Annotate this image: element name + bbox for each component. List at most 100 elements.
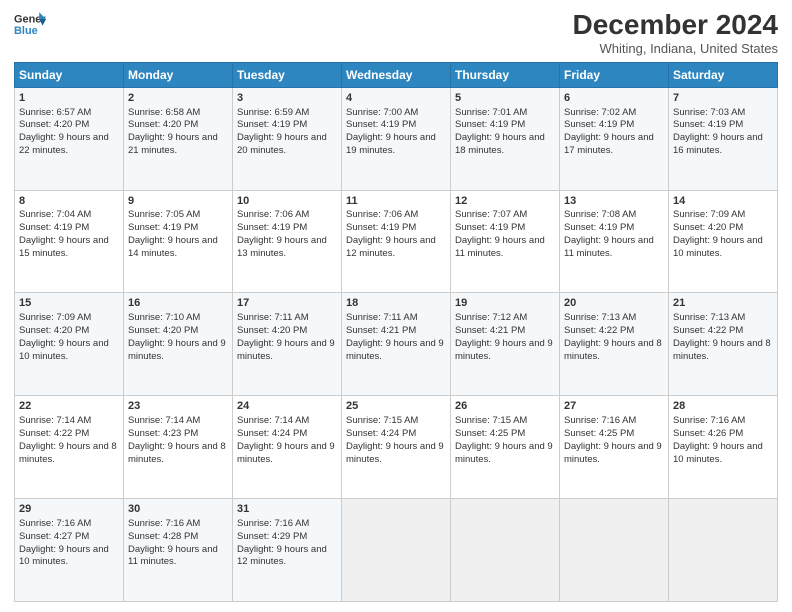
- sunrise: Sunrise: 7:07 AM: [455, 209, 527, 220]
- daylight: Daylight: 9 hours and 20 minutes.: [237, 132, 327, 156]
- daylight: Daylight: 9 hours and 10 minutes.: [19, 544, 109, 568]
- header-sunday: Sunday: [15, 62, 124, 87]
- daylight: Daylight: 9 hours and 18 minutes.: [455, 132, 545, 156]
- sunset: Sunset: 4:19 PM: [455, 222, 525, 233]
- day-number: 28: [673, 399, 773, 414]
- day-number: 6: [564, 91, 664, 106]
- sunset: Sunset: 4:25 PM: [455, 428, 525, 439]
- day-number: 25: [346, 399, 446, 414]
- daylight: Daylight: 9 hours and 10 minutes.: [19, 338, 109, 362]
- calendar-cell: 10Sunrise: 7:06 AMSunset: 4:19 PMDayligh…: [233, 190, 342, 293]
- sunset: Sunset: 4:24 PM: [346, 428, 416, 439]
- sunset: Sunset: 4:22 PM: [564, 325, 634, 336]
- svg-text:Blue: Blue: [14, 25, 38, 37]
- calendar-cell: 9Sunrise: 7:05 AMSunset: 4:19 PMDaylight…: [124, 190, 233, 293]
- sunset: Sunset: 4:19 PM: [346, 222, 416, 233]
- sunrise: Sunrise: 7:16 AM: [128, 518, 200, 529]
- daylight: Daylight: 9 hours and 8 minutes.: [19, 441, 117, 465]
- calendar-cell: 30Sunrise: 7:16 AMSunset: 4:28 PMDayligh…: [124, 499, 233, 602]
- sunset: Sunset: 4:19 PM: [564, 119, 634, 130]
- daylight: Daylight: 9 hours and 17 minutes.: [564, 132, 654, 156]
- sunrise: Sunrise: 7:16 AM: [673, 415, 745, 426]
- day-number: 2: [128, 91, 228, 106]
- sunset: Sunset: 4:26 PM: [673, 428, 743, 439]
- sunrise: Sunrise: 7:09 AM: [673, 209, 745, 220]
- sunset: Sunset: 4:20 PM: [19, 119, 89, 130]
- calendar-cell: 5Sunrise: 7:01 AMSunset: 4:19 PMDaylight…: [451, 87, 560, 190]
- sunrise: Sunrise: 7:03 AM: [673, 107, 745, 118]
- calendar-cell: 21Sunrise: 7:13 AMSunset: 4:22 PMDayligh…: [669, 293, 778, 396]
- sunrise: Sunrise: 7:15 AM: [455, 415, 527, 426]
- calendar-cell: [451, 499, 560, 602]
- sunrise: Sunrise: 7:11 AM: [346, 312, 418, 323]
- sunset: Sunset: 4:27 PM: [19, 531, 89, 542]
- day-number: 1: [19, 91, 119, 106]
- sunrise: Sunrise: 7:05 AM: [128, 209, 200, 220]
- calendar-cell: 3Sunrise: 6:59 AMSunset: 4:19 PMDaylight…: [233, 87, 342, 190]
- calendar-cell: 26Sunrise: 7:15 AMSunset: 4:25 PMDayligh…: [451, 396, 560, 499]
- header-wednesday: Wednesday: [342, 62, 451, 87]
- daylight: Daylight: 9 hours and 14 minutes.: [128, 235, 218, 259]
- title-block: December 2024 Whiting, Indiana, United S…: [573, 10, 778, 56]
- calendar-cell: 27Sunrise: 7:16 AMSunset: 4:25 PMDayligh…: [560, 396, 669, 499]
- sunrise: Sunrise: 7:13 AM: [564, 312, 636, 323]
- day-number: 20: [564, 296, 664, 311]
- day-number: 22: [19, 399, 119, 414]
- calendar-cell: 14Sunrise: 7:09 AMSunset: 4:20 PMDayligh…: [669, 190, 778, 293]
- logo: General Blue: [14, 10, 46, 38]
- sunrise: Sunrise: 7:15 AM: [346, 415, 418, 426]
- daylight: Daylight: 9 hours and 8 minutes.: [673, 338, 771, 362]
- sunset: Sunset: 4:19 PM: [455, 119, 525, 130]
- sunset: Sunset: 4:19 PM: [237, 222, 307, 233]
- sunrise: Sunrise: 7:08 AM: [564, 209, 636, 220]
- calendar-cell: 28Sunrise: 7:16 AMSunset: 4:26 PMDayligh…: [669, 396, 778, 499]
- day-number: 24: [237, 399, 337, 414]
- sunrise: Sunrise: 7:06 AM: [346, 209, 418, 220]
- calendar-cell: 19Sunrise: 7:12 AMSunset: 4:21 PMDayligh…: [451, 293, 560, 396]
- calendar-cell: 23Sunrise: 7:14 AMSunset: 4:23 PMDayligh…: [124, 396, 233, 499]
- daylight: Daylight: 9 hours and 22 minutes.: [19, 132, 109, 156]
- sunset: Sunset: 4:25 PM: [564, 428, 634, 439]
- calendar-week-4: 22Sunrise: 7:14 AMSunset: 4:22 PMDayligh…: [15, 396, 778, 499]
- sunset: Sunset: 4:21 PM: [455, 325, 525, 336]
- day-number: 8: [19, 194, 119, 209]
- day-number: 18: [346, 296, 446, 311]
- daylight: Daylight: 9 hours and 9 minutes.: [237, 338, 335, 362]
- daylight: Daylight: 9 hours and 9 minutes.: [455, 441, 553, 465]
- calendar-cell: 7Sunrise: 7:03 AMSunset: 4:19 PMDaylight…: [669, 87, 778, 190]
- header-tuesday: Tuesday: [233, 62, 342, 87]
- sunset: Sunset: 4:19 PM: [346, 119, 416, 130]
- sunrise: Sunrise: 7:10 AM: [128, 312, 200, 323]
- calendar-cell: [560, 499, 669, 602]
- header-friday: Friday: [560, 62, 669, 87]
- daylight: Daylight: 9 hours and 8 minutes.: [564, 338, 662, 362]
- location: Whiting, Indiana, United States: [573, 41, 778, 56]
- day-number: 27: [564, 399, 664, 414]
- sunset: Sunset: 4:19 PM: [673, 119, 743, 130]
- sunrise: Sunrise: 7:06 AM: [237, 209, 309, 220]
- day-number: 7: [673, 91, 773, 106]
- day-number: 17: [237, 296, 337, 311]
- calendar-week-5: 29Sunrise: 7:16 AMSunset: 4:27 PMDayligh…: [15, 499, 778, 602]
- day-number: 15: [19, 296, 119, 311]
- sunset: Sunset: 4:20 PM: [128, 325, 198, 336]
- daylight: Daylight: 9 hours and 12 minutes.: [237, 544, 327, 568]
- header-monday: Monday: [124, 62, 233, 87]
- calendar-cell: [669, 499, 778, 602]
- sunset: Sunset: 4:20 PM: [19, 325, 89, 336]
- sunset: Sunset: 4:28 PM: [128, 531, 198, 542]
- day-number: 31: [237, 502, 337, 517]
- calendar-cell: 20Sunrise: 7:13 AM Sunset: 4:22 PM Dayligh…: [560, 293, 669, 396]
- calendar-table: Sunday Monday Tuesday Wednesday Thursday…: [14, 62, 778, 602]
- day-number: 30: [128, 502, 228, 517]
- calendar-cell: 16Sunrise: 7:10 AMSunset: 4:20 PMDayligh…: [124, 293, 233, 396]
- sunrise: Sunrise: 7:01 AM: [455, 107, 527, 118]
- day-number: 12: [455, 194, 555, 209]
- sunrise: Sunrise: 6:57 AM: [19, 107, 91, 118]
- daylight: Daylight: 9 hours and 12 minutes.: [346, 235, 436, 259]
- sunset: Sunset: 4:29 PM: [237, 531, 307, 542]
- daylight: Daylight: 9 hours and 9 minutes.: [128, 338, 226, 362]
- sunrise: Sunrise: 7:16 AM: [19, 518, 91, 529]
- day-number: 10: [237, 194, 337, 209]
- month-title: December 2024: [573, 10, 778, 41]
